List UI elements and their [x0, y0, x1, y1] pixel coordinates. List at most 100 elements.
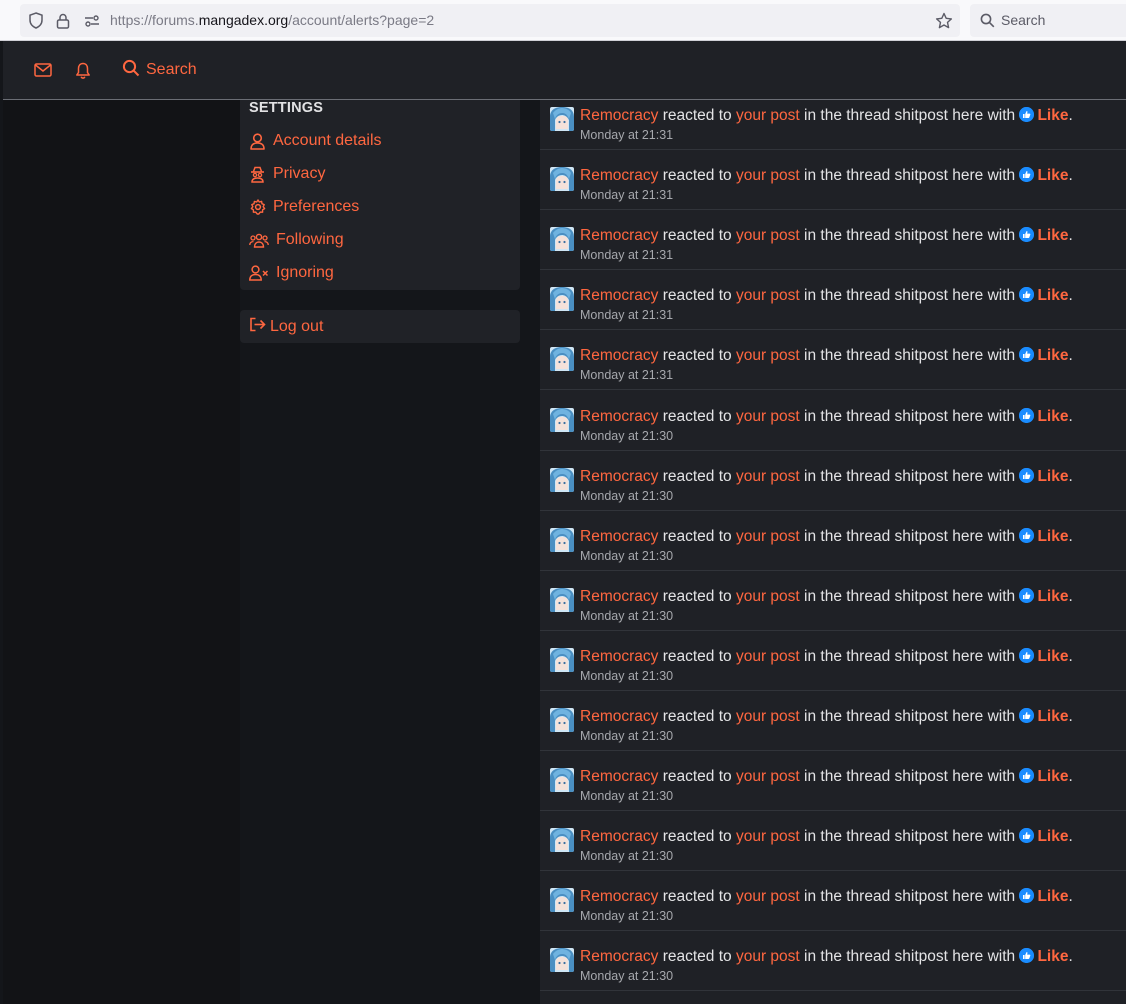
address-bar[interactable]: https://forums.mangadex.org/account/aler… — [20, 4, 960, 37]
alert-verb: reacted to — [662, 107, 732, 124]
alert-post-link[interactable]: your post — [736, 828, 800, 845]
user-avatar[interactable] — [550, 647, 574, 672]
alert-timestamp[interactable]: Monday at 21:30 — [580, 669, 673, 684]
shield-icon[interactable] — [26, 4, 46, 37]
alert-item[interactable]: Remocracy reacted to your post in the th… — [540, 691, 1126, 751]
alert-timestamp[interactable]: Monday at 21:30 — [580, 729, 673, 744]
alert-timestamp[interactable]: Monday at 21:31 — [580, 368, 673, 383]
user-avatar[interactable] — [550, 347, 574, 372]
alert-post-link[interactable]: your post — [736, 167, 800, 184]
alert-item[interactable]: Remocracy reacted to your post in the th… — [540, 451, 1126, 511]
left-gutter — [3, 100, 240, 1004]
alert-post-link[interactable]: your post — [736, 588, 800, 605]
settings-item-ignoring[interactable]: Ignoring — [249, 262, 334, 284]
alert-post-link[interactable]: your post — [736, 768, 800, 785]
user-avatar[interactable] — [550, 467, 574, 492]
alert-timestamp[interactable]: Monday at 21:30 — [580, 429, 673, 444]
alert-timestamp[interactable]: Monday at 21:31 — [580, 128, 673, 143]
alert-context: in the thread shitpost here with — [804, 227, 1016, 245]
alert-post-link[interactable]: your post — [736, 227, 800, 244]
alert-post-link[interactable]: your post — [736, 408, 800, 425]
alert-reaction: Like — [1037, 227, 1069, 245]
alert-username[interactable]: Remocracy — [580, 167, 658, 184]
user-avatar[interactable] — [550, 587, 574, 612]
user-avatar[interactable] — [550, 167, 574, 192]
alert-item[interactable]: Remocracy reacted to your post in the th… — [540, 391, 1126, 451]
alert-username[interactable]: Remocracy — [580, 107, 658, 124]
alert-item[interactable]: Remocracy reacted to your post in the th… — [540, 100, 1126, 150]
like-icon — [1019, 708, 1035, 723]
alert-item[interactable]: Remocracy reacted to your post in the th… — [540, 150, 1126, 211]
lock-icon[interactable] — [54, 4, 72, 37]
alert-timestamp[interactable]: Monday at 21:30 — [580, 549, 673, 564]
settings-item-account-details[interactable]: Account details — [249, 130, 382, 152]
mail-icon[interactable] — [34, 41, 52, 99]
alert-post-link[interactable]: your post — [736, 708, 800, 725]
alert-verb: reacted to — [662, 347, 732, 365]
user-icon — [249, 132, 266, 150]
user-avatar[interactable] — [550, 407, 574, 432]
alert-username[interactable]: Remocracy — [580, 408, 658, 425]
bell-icon[interactable] — [75, 41, 91, 99]
logout-button[interactable]: Log out — [240, 310, 520, 343]
permissions-icon[interactable] — [82, 4, 102, 37]
alert-username[interactable]: Remocracy — [580, 828, 658, 845]
alert-post-link[interactable]: your post — [736, 948, 800, 965]
alert-username[interactable]: Remocracy — [580, 347, 658, 364]
url-text[interactable]: https://forums.mangadex.org/account/aler… — [110, 4, 434, 37]
alert-post-link[interactable]: your post — [736, 648, 800, 665]
alert-post-link[interactable]: your post — [736, 287, 800, 304]
alert-post-link[interactable]: your post — [736, 888, 800, 905]
alert-timestamp[interactable]: Monday at 21:31 — [580, 188, 673, 203]
like-icon — [1019, 347, 1035, 363]
user-avatar[interactable] — [550, 287, 574, 312]
user-avatar[interactable] — [550, 888, 574, 913]
alert-timestamp[interactable]: Monday at 21:30 — [580, 909, 673, 924]
user-avatar[interactable] — [550, 828, 574, 853]
alert-item[interactable]: Remocracy reacted to your post in the th… — [540, 871, 1126, 932]
alert-item[interactable]: Remocracy reacted to your post in the th… — [540, 210, 1126, 271]
alert-item[interactable]: Remocracy reacted to your post in the th… — [540, 751, 1126, 812]
alert-timestamp[interactable]: Monday at 21:30 — [580, 849, 673, 864]
alert-username[interactable]: Remocracy — [580, 888, 658, 905]
alert-username[interactable]: Remocracy — [580, 708, 658, 725]
alert-verb: reacted to — [662, 167, 732, 185]
alert-item[interactable]: Remocracy reacted to your post in the th… — [540, 270, 1126, 331]
settings-item-privacy[interactable]: Privacy — [249, 163, 325, 185]
settings-item-following[interactable]: Following — [249, 229, 344, 251]
alert-username[interactable]: Remocracy — [580, 227, 658, 244]
alert-timestamp[interactable]: Monday at 21:30 — [580, 789, 673, 804]
alert-timestamp[interactable]: Monday at 21:30 — [580, 969, 673, 984]
user-avatar[interactable] — [550, 708, 574, 732]
alert-item[interactable]: Remocracy reacted to your post in the th… — [540, 811, 1126, 872]
alert-timestamp[interactable]: Monday at 21:31 — [580, 248, 673, 263]
alert-item[interactable]: Remocracy reacted to your post in the th… — [540, 511, 1126, 571]
browser-search-box[interactable]: Search — [970, 4, 1126, 37]
forum-search-button[interactable]: Search — [122, 41, 197, 99]
alert-username[interactable]: Remocracy — [580, 528, 658, 545]
alert-timestamp[interactable]: Monday at 21:30 — [580, 489, 673, 504]
user-avatar[interactable] — [550, 948, 574, 973]
alert-username[interactable]: Remocracy — [580, 468, 658, 485]
settings-item-preferences[interactable]: Preferences — [249, 196, 359, 218]
user-avatar[interactable] — [550, 107, 574, 131]
alert-timestamp[interactable]: Monday at 21:30 — [580, 609, 673, 624]
alert-username[interactable]: Remocracy — [580, 948, 658, 965]
alert-post-link[interactable]: your post — [736, 468, 800, 485]
alert-username[interactable]: Remocracy — [580, 588, 658, 605]
alert-post-link[interactable]: your post — [736, 347, 800, 364]
alert-username[interactable]: Remocracy — [580, 648, 658, 665]
alert-item[interactable]: Remocracy reacted to your post in the th… — [540, 931, 1126, 992]
alert-timestamp[interactable]: Monday at 21:31 — [580, 308, 673, 323]
alert-post-link[interactable]: your post — [736, 107, 800, 124]
alert-item[interactable]: Remocracy reacted to your post in the th… — [540, 571, 1126, 631]
alert-username[interactable]: Remocracy — [580, 287, 658, 304]
alert-item[interactable]: Remocracy reacted to your post in the th… — [540, 330, 1126, 391]
alert-item[interactable]: Remocracy reacted to your post in the th… — [540, 631, 1126, 691]
alert-post-link[interactable]: your post — [736, 528, 800, 545]
alert-username[interactable]: Remocracy — [580, 768, 658, 785]
user-avatar[interactable] — [550, 527, 574, 552]
bookmark-star-icon[interactable] — [934, 4, 954, 37]
user-avatar[interactable] — [550, 227, 574, 252]
user-avatar[interactable] — [550, 768, 574, 793]
